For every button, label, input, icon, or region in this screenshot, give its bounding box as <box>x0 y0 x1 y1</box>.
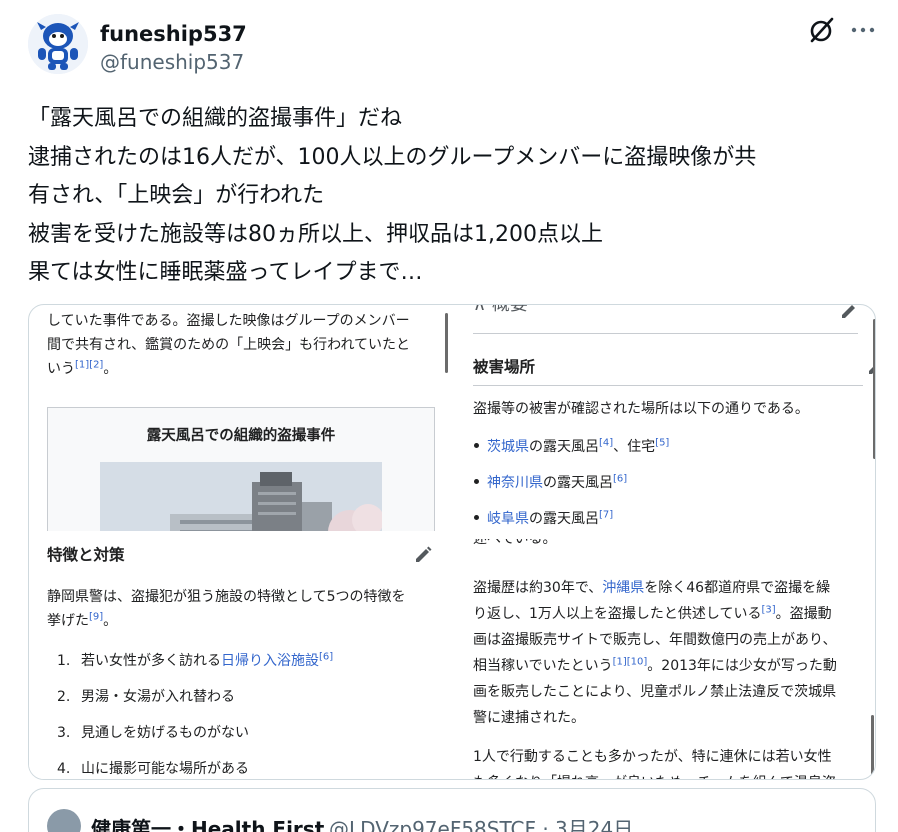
bullet-dot <box>474 479 479 484</box>
avatar[interactable] <box>47 809 81 832</box>
citation-link[interactable]: [6] <box>319 651 333 662</box>
list-item: 茨城県の露天風呂[4]、住宅[5] <box>487 437 670 455</box>
section-divider <box>473 333 858 334</box>
bullet-dot <box>474 515 479 520</box>
list-item: 4. 山に撮影可能な場所がある <box>57 761 249 777</box>
history-paragraph: 盗撮歴は約30年で、沖縄県を除く46都道府県で盗撮を繰 り返し、1万人以上を盗撮… <box>473 580 837 726</box>
features-paragraph: 静岡県警は、盗撮犯が狙う施設の特徴として5つの特徴を 挙げた[9]。 <box>47 589 406 629</box>
chevron-up-icon: ∧ <box>473 305 486 315</box>
clipped-text-fragment: も多くなり「撮れ高」が良いため、チームを組んで温泉盗 <box>473 771 836 779</box>
user-handle[interactable]: @funeship537 <box>100 50 244 74</box>
citation-link[interactable]: [1][2] <box>75 359 103 370</box>
user-name[interactable]: funeship537 <box>100 22 247 46</box>
next-tweet-card[interactable]: 健康第一・Health First @LDVzp97eF58STCF · 3月2… <box>28 788 876 832</box>
list-item: 3. 見通しを妨げるものがない <box>57 725 249 741</box>
user-name[interactable]: 健康第一・Health First <box>91 813 324 832</box>
list-item: 1. 若い女性が多く訪れる日帰り入浴施設[6] <box>57 651 334 669</box>
section-heading: 被害場所 <box>473 358 536 376</box>
citation-link[interactable]: [1][10] <box>613 656 648 667</box>
scrollbar-thumb[interactable] <box>445 313 448 373</box>
section-divider <box>473 385 863 386</box>
citation-link[interactable]: [9] <box>89 611 103 622</box>
scrollbar-thumb[interactable] <box>873 319 875 459</box>
citation-link[interactable]: [6] <box>613 473 627 484</box>
citation-link[interactable]: [4] <box>599 437 613 448</box>
wiki-right-panel: ∧ 概要 被害場所 盗撮等の被害が確認された場所は以下の通りである。 茨城県の露… <box>473 305 875 779</box>
paragraph-text: 1人で行動することも多かったが、特に連休には若い女性 <box>473 749 832 765</box>
features-list: 1. 若い女性が多く訪れる日帰り入浴施設[6] 2. 男湯・女湯が入れ替わる 3. 見… <box>57 643 437 779</box>
locations-intro: 盗撮等の被害が確認された場所は以下の通りである。 <box>473 401 809 417</box>
tweet-media-image[interactable]: していた事件である。盗撮した映像はグループのメンバー 間で共有され、鑑賞のための… <box>28 304 876 780</box>
clipped-text-fragment: 述べている。 <box>473 539 557 547</box>
tweet-line: 果ては女性に睡眠薬盛ってレイプまで… <box>28 260 423 286</box>
mascot-avatar-image <box>28 14 88 74</box>
section-heading: 特徴と対策 <box>47 546 125 564</box>
citation-link[interactable]: [5] <box>655 437 669 448</box>
citation-link[interactable]: [7] <box>599 509 613 520</box>
grok-icon[interactable] <box>808 16 836 44</box>
wiki-intro-text: していた事件である。盗撮した映像はグループのメンバー 間で共有され、鑑賞のための… <box>47 313 411 377</box>
scrollbar-thumb[interactable] <box>871 715 874 779</box>
wiki-link[interactable]: 日帰り入浴施設 <box>221 653 319 669</box>
infobox-title: 露天風呂での組織的盗撮事件 <box>146 428 336 444</box>
wiki-left-panel: していた事件である。盗撮した映像はグループのメンバー 間で共有され、鑑賞のための… <box>29 305 449 779</box>
edit-pencil-icon[interactable] <box>413 545 433 565</box>
tweet-text: 「露天風呂での組織的盗撮事件」だね 逮捕されたのは16人だが、100人以上のグル… <box>28 100 873 293</box>
tweet-line: 「露天風呂での組織的盗撮事件」だね <box>28 106 403 131</box>
infobox: 露天風呂での組織的盗撮事件 <box>47 407 435 552</box>
wiki-link[interactable]: 岐阜県 <box>487 511 529 527</box>
edit-pencil-icon[interactable] <box>839 305 859 321</box>
tweet-line: 被害を受けた施設等は80ヵ所以上、押収品は1,200点以上 <box>28 221 603 247</box>
user-handle[interactable]: @LDVzp97eF58STCF · 3月24日 <box>329 813 633 832</box>
more-options-icon[interactable] <box>850 20 876 40</box>
collapsed-overview-heading[interactable]: ∧ 概要 <box>473 305 528 317</box>
tweet-line: 逮捕されたのは16人だが、100人以上のグループメンバーに盗撮映像が共 <box>28 144 757 170</box>
tweet-header: funeship537 @funeship537 <box>28 14 878 78</box>
locations-list: 茨城県の露天風呂[4]、住宅[5] 神奈川県の露天風呂[6] 岐阜県の露天風呂[… <box>487 429 669 537</box>
bullet-dot <box>474 443 479 448</box>
avatar[interactable] <box>28 14 88 74</box>
wiki-link[interactable]: 神奈川県 <box>487 475 543 491</box>
features-section: 特徴と対策 静岡県警は、盗撮犯が狙う施設の特徴として5つの特徴を 挙げた[9]。… <box>29 531 449 779</box>
wiki-link[interactable]: 沖縄県 <box>602 580 644 596</box>
list-item: 2. 男湯・女湯が入れ替わる <box>57 689 235 705</box>
list-item: 岐阜県の露天風呂[7] <box>487 509 614 527</box>
list-item: 神奈川県の露天風呂[6] <box>487 473 628 491</box>
citation-link[interactable]: [3] <box>762 604 776 615</box>
tweet-line: 有され、「上映会」が行われた <box>28 183 325 209</box>
wiki-link[interactable]: 茨城県 <box>487 439 529 455</box>
